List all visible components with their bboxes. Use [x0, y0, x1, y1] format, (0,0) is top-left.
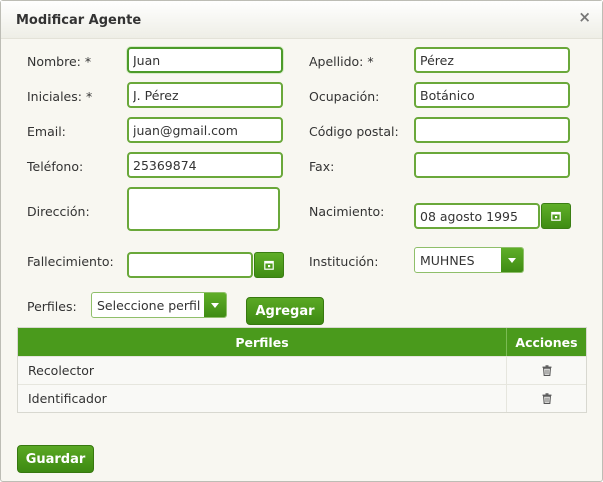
table-row: Identificador	[18, 384, 586, 412]
ocupacion-input[interactable]	[414, 82, 570, 108]
fallecimiento-input[interactable]	[127, 252, 253, 278]
direccion-textarea[interactable]	[127, 187, 280, 231]
table-header: Perfiles Acciones	[18, 328, 586, 356]
nombre-input[interactable]	[127, 47, 283, 73]
nacimiento-input[interactable]	[414, 203, 540, 229]
direccion-label: Dirección:	[27, 204, 90, 219]
dialog-titlebar: Modificar Agente ×	[1, 1, 602, 39]
email-input[interactable]	[127, 117, 283, 143]
perfiles-selected-value: Seleccione perfil	[97, 298, 201, 313]
apellido-input[interactable]	[414, 47, 570, 73]
iniciales-input[interactable]	[127, 82, 283, 108]
fax-input[interactable]	[414, 152, 570, 178]
trash-icon[interactable]	[542, 365, 552, 376]
codigo-postal-input[interactable]	[414, 117, 570, 143]
close-icon[interactable]: ×	[578, 10, 591, 25]
calendar-icon	[551, 211, 561, 221]
agregar-button[interactable]: Agregar	[246, 297, 324, 325]
chevron-down-icon	[204, 293, 226, 317]
nacimiento-calendar-button[interactable]	[541, 203, 571, 229]
guardar-button[interactable]: Guardar	[17, 445, 94, 473]
iniciales-label: Iniciales: *	[27, 89, 93, 104]
perfiles-label: Perfiles:	[27, 299, 77, 314]
codigo-postal-label: Código postal:	[309, 124, 399, 139]
chevron-down-icon	[501, 248, 523, 272]
modificar-agente-dialog: Modificar Agente × Nombre: * Apellido: *…	[0, 0, 603, 482]
institucion-label: Institución:	[309, 254, 379, 269]
institucion-selected-value: MUHNES	[420, 253, 475, 268]
institucion-select[interactable]: MUHNES	[414, 247, 524, 273]
fax-label: Fax:	[309, 159, 335, 174]
nombre-label: Nombre: *	[27, 54, 92, 69]
column-header-perfiles: Perfiles	[18, 328, 507, 356]
perfil-cell: Recolector	[18, 357, 507, 384]
fallecimiento-calendar-button[interactable]	[254, 252, 284, 278]
apellido-label: Apellido: *	[309, 54, 374, 69]
telefono-label: Teléfono:	[27, 159, 84, 174]
table-row: Recolector	[18, 356, 586, 384]
ocupacion-label: Ocupación:	[309, 89, 380, 104]
nacimiento-label: Nacimiento:	[309, 204, 385, 219]
perfiles-select[interactable]: Seleccione perfil	[91, 292, 227, 318]
delete-action[interactable]	[507, 385, 586, 412]
telefono-input[interactable]	[127, 152, 283, 178]
email-label: Email:	[27, 124, 66, 139]
perfil-cell: Identificador	[18, 385, 507, 412]
delete-action[interactable]	[507, 357, 586, 384]
dialog-title: Modificar Agente	[16, 13, 142, 28]
column-header-acciones: Acciones	[515, 334, 578, 350]
fallecimiento-label: Fallecimiento:	[27, 254, 114, 269]
calendar-icon	[264, 260, 274, 270]
trash-icon[interactable]	[542, 393, 552, 404]
perfiles-table: Perfiles Acciones Recolector Identificad…	[17, 327, 587, 413]
